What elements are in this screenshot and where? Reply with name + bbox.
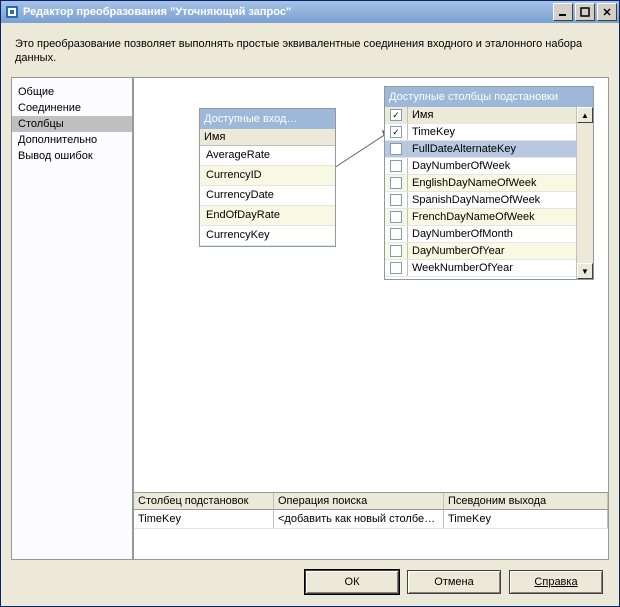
close-button[interactable] xyxy=(597,3,617,21)
lookup-row-checkbox[interactable] xyxy=(390,211,402,223)
lookup-header-label: Имя xyxy=(408,109,433,121)
dialog-body: Это преобразование позволяет выполнять п… xyxy=(1,23,619,606)
ok-button[interactable]: ОК xyxy=(305,570,399,594)
cancel-button[interactable]: Отмена xyxy=(407,570,501,594)
dialog-buttons: ОК Отмена Справка xyxy=(11,560,609,598)
input-column-row[interactable]: AverageRate xyxy=(200,146,335,166)
lookup-row[interactable]: FrenchDayNameOfWeek xyxy=(385,209,576,226)
lookup-header-row[interactable]: ✓ Имя xyxy=(385,107,576,124)
help-button[interactable]: Справка xyxy=(509,570,603,594)
nav-item-columns[interactable]: Столбцы xyxy=(12,116,132,132)
nav-panel: Общие Соединение Столбцы Дополнительно В… xyxy=(11,77,133,560)
app-icon xyxy=(5,5,19,19)
lookup-row-checkbox[interactable] xyxy=(390,245,402,257)
lookup-columns-title: Доступные столбцы подстановки xyxy=(385,87,593,107)
scroll-up-button[interactable]: ▲ xyxy=(577,107,593,123)
lookup-row-checkbox[interactable] xyxy=(390,177,402,189)
lookup-row[interactable]: ✓ TimeKey xyxy=(385,124,576,141)
grid-header-output-alias[interactable]: Псевдоним выхода xyxy=(444,493,608,509)
lookup-row-checkbox[interactable] xyxy=(390,228,402,240)
dialog-window: Редактор преобразования "Уточняющий запр… xyxy=(0,0,620,607)
nav-item-error-output[interactable]: Вывод ошибок xyxy=(12,148,132,164)
lookup-row-checkbox[interactable]: ✓ xyxy=(390,126,402,138)
input-column-row[interactable]: EndOfDayRate xyxy=(200,206,335,226)
lookup-row-checkbox[interactable] xyxy=(390,160,402,172)
lookup-row[interactable]: DayNumberOfMonth xyxy=(385,226,576,243)
nav-item-advanced[interactable]: Дополнительно xyxy=(12,132,132,148)
nav-item-connection[interactable]: Соединение xyxy=(12,100,132,116)
grid-header: Столбец подстановок Операция поиска Псев… xyxy=(134,493,608,510)
grid-header-operation[interactable]: Операция поиска xyxy=(274,493,444,509)
lookup-row[interactable]: WeekNumberOfYear xyxy=(385,260,576,277)
lookup-row[interactable]: SpanishDayNameOfWeek xyxy=(385,192,576,209)
lookup-columns-box[interactable]: Доступные столбцы подстановки ✓ Имя ✓ Ti… xyxy=(384,86,594,280)
scroll-down-button[interactable]: ▼ xyxy=(577,263,593,279)
lookup-columns-list: ✓ Имя ✓ TimeKey FullDateAlternateKey xyxy=(385,107,576,279)
mapping-grid: Столбец подстановок Операция поиска Псев… xyxy=(134,492,608,559)
grid-row[interactable]: TimeKey <добавить как новый столбе… Time… xyxy=(134,510,608,529)
lookup-scrollbar[interactable]: ▲ ▼ xyxy=(576,107,593,279)
grid-cell-output-alias[interactable]: TimeKey xyxy=(444,510,608,528)
input-column-row[interactable]: CurrencyID xyxy=(200,166,335,186)
input-columns-title: Доступные вход… xyxy=(200,109,335,129)
grid-header-lookup-col[interactable]: Столбец подстановок xyxy=(134,493,274,509)
lookup-row-checkbox[interactable] xyxy=(390,262,402,274)
window-buttons xyxy=(551,3,617,21)
lookup-row[interactable]: FullDateAlternateKey xyxy=(385,141,576,158)
minimize-button[interactable] xyxy=(553,3,573,21)
input-column-row[interactable]: CurrencyKey xyxy=(200,226,335,246)
grid-cell-operation[interactable]: <добавить как новый столбе… xyxy=(274,510,444,528)
input-columns-header[interactable]: Имя xyxy=(200,129,335,146)
window-title: Редактор преобразования "Уточняющий запр… xyxy=(23,6,551,18)
titlebar[interactable]: Редактор преобразования "Уточняющий запр… xyxy=(1,1,619,23)
grid-cell-lookup-col[interactable]: TimeKey xyxy=(134,510,274,528)
lookup-row-checkbox[interactable] xyxy=(390,143,402,155)
lookup-row[interactable]: EnglishDayNameOfWeek xyxy=(385,175,576,192)
lookup-row[interactable]: DayNumberOfWeek xyxy=(385,158,576,175)
content-row: Общие Соединение Столбцы Дополнительно В… xyxy=(11,77,609,560)
lookup-header-checkbox[interactable]: ✓ xyxy=(390,109,402,121)
lookup-row-checkbox[interactable] xyxy=(390,194,402,206)
input-columns-box[interactable]: Доступные вход… Имя AverageRate Currency… xyxy=(199,108,336,247)
columns-area: Доступные вход… Имя AverageRate Currency… xyxy=(134,78,608,492)
input-column-row[interactable]: CurrencyDate xyxy=(200,186,335,206)
maximize-button[interactable] xyxy=(575,3,595,21)
lookup-row[interactable]: DayNumberOfYear xyxy=(385,243,576,260)
main-panel: Доступные вход… Имя AverageRate Currency… xyxy=(133,77,609,560)
nav-item-general[interactable]: Общие xyxy=(12,84,132,100)
description-text: Это преобразование позволяет выполнять п… xyxy=(15,37,605,65)
